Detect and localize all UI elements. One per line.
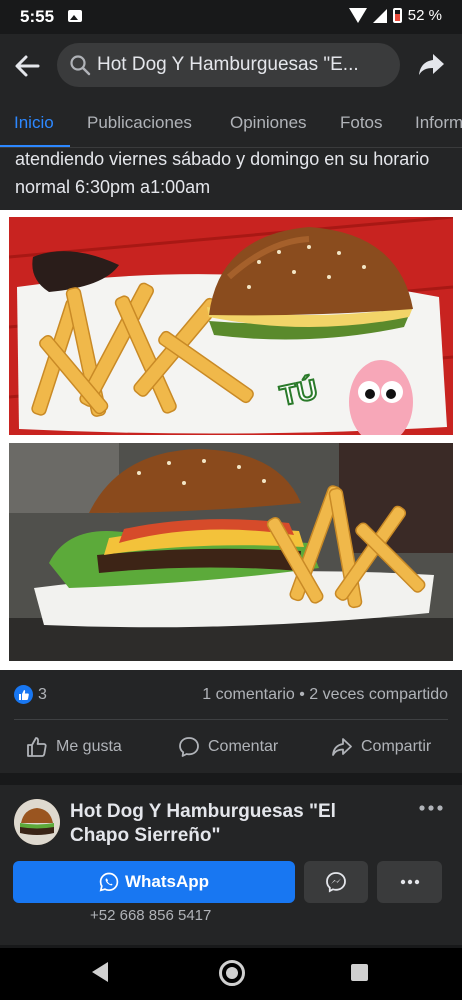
more-dots-icon — [400, 879, 419, 885]
page-phone-number[interactable]: +52 668 856 5417 — [90, 907, 211, 924]
battery-icon — [392, 8, 402, 23]
share-icon — [332, 738, 352, 756]
feed-separator — [0, 773, 462, 785]
status-indicators: 52 % — [348, 7, 442, 24]
share-arrow-icon[interactable] — [416, 49, 446, 79]
like-thumb-icon — [27, 737, 47, 757]
like-label: Me gusta — [56, 738, 122, 755]
reactions-summary: 3 1 comentario • 2 veces compartido — [0, 670, 462, 720]
whatsapp-label: WhatsApp — [124, 872, 210, 891]
post-photo-burger-tray[interactable]: TÚ — [9, 217, 453, 435]
tab-informacion[interactable]: Inform — [415, 113, 462, 133]
tab-fotos[interactable]: Fotos — [340, 113, 383, 133]
share-button[interactable]: Compartir — [331, 721, 431, 773]
more-horizontal-icon[interactable] — [418, 803, 444, 813]
comment-bubble-icon — [179, 737, 199, 757]
burger-tray-illustration: TÚ — [9, 217, 453, 435]
tab-inicio[interactable]: Inicio — [14, 113, 54, 133]
messenger-icon — [326, 872, 346, 893]
divider — [14, 719, 448, 720]
whatsapp-button[interactable]: WhatsApp — [13, 861, 295, 903]
signal-icon — [372, 8, 387, 23]
system-navigation-bar — [0, 948, 462, 1000]
nav-back-icon[interactable] — [92, 962, 108, 982]
nav-home-icon[interactable] — [219, 960, 245, 986]
post-actions: Me gusta Comentar Compartir — [0, 721, 462, 773]
post-photo-burger-plate[interactable] — [9, 443, 453, 661]
search-query: Hot Dog Y Hamburguesas "E... — [97, 54, 359, 75]
search-header: Hot Dog Y Hamburguesas "E... — [0, 34, 462, 96]
back-arrow-icon[interactable] — [12, 51, 42, 81]
status-time: 5:55 — [20, 7, 55, 26]
status-bar: 5:55 52 % — [0, 0, 462, 34]
like-button[interactable]: Me gusta — [26, 721, 122, 773]
tab-publicaciones[interactable]: Publicaciones — [87, 113, 192, 133]
comment-button[interactable]: Comentar — [178, 721, 278, 773]
like-reaction-icon[interactable] — [14, 685, 33, 704]
messenger-button[interactable] — [304, 861, 368, 903]
engagement-summary[interactable]: 1 comentario • 2 veces compartido — [202, 686, 448, 704]
whatsapp-icon — [99, 872, 119, 892]
page-tabs: Inicio Publicaciones Opiniones Fotos Inf… — [0, 96, 462, 148]
avatar-burger-image — [14, 799, 60, 845]
page-card: Hot Dog Y Hamburguesas "El Chapo Sierreñ… — [0, 785, 462, 945]
page-avatar[interactable] — [14, 799, 60, 845]
battery-level: 52 % — [407, 7, 442, 24]
post-photos: TÚ — [0, 210, 462, 670]
post-text: atendiendo viernes sábado y domingo en s… — [15, 149, 430, 197]
search-bar[interactable]: Hot Dog Y Hamburguesas "E... — [57, 43, 400, 87]
post-text-container: atendiendo viernes sábado y domingo en s… — [0, 148, 462, 210]
tab-opiniones[interactable]: Opiniones — [230, 113, 307, 133]
page-name[interactable]: Hot Dog Y Hamburguesas "El Chapo Sierreñ… — [70, 800, 400, 848]
comment-label: Comentar — [208, 738, 279, 755]
share-label: Compartir — [361, 738, 432, 755]
search-icon — [70, 55, 91, 76]
reaction-count[interactable]: 3 — [38, 686, 47, 704]
nav-recents-icon[interactable] — [351, 964, 368, 981]
more-options-button[interactable] — [377, 861, 442, 903]
burger-plate-illustration — [9, 443, 453, 661]
wifi-icon — [348, 8, 367, 23]
gallery-notification-icon — [68, 10, 82, 22]
